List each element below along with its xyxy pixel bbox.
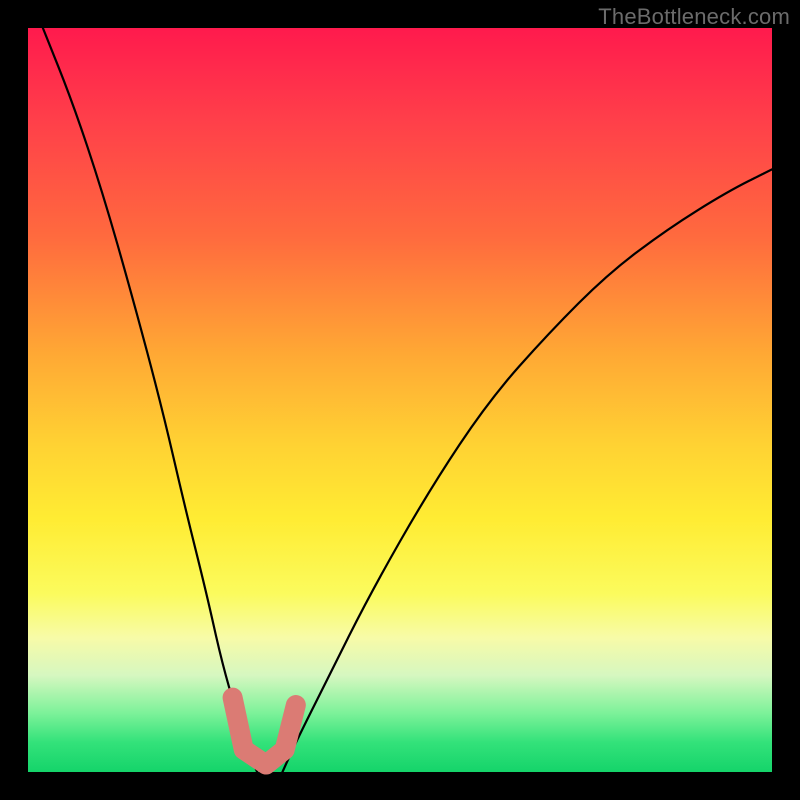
left-curve <box>43 28 257 772</box>
right-curve <box>282 169 772 772</box>
optimum-marker <box>233 698 296 765</box>
plot-area <box>28 28 772 772</box>
watermark-text: TheBottleneck.com <box>598 4 790 30</box>
curves-svg <box>28 28 772 772</box>
chart-frame: TheBottleneck.com <box>0 0 800 800</box>
